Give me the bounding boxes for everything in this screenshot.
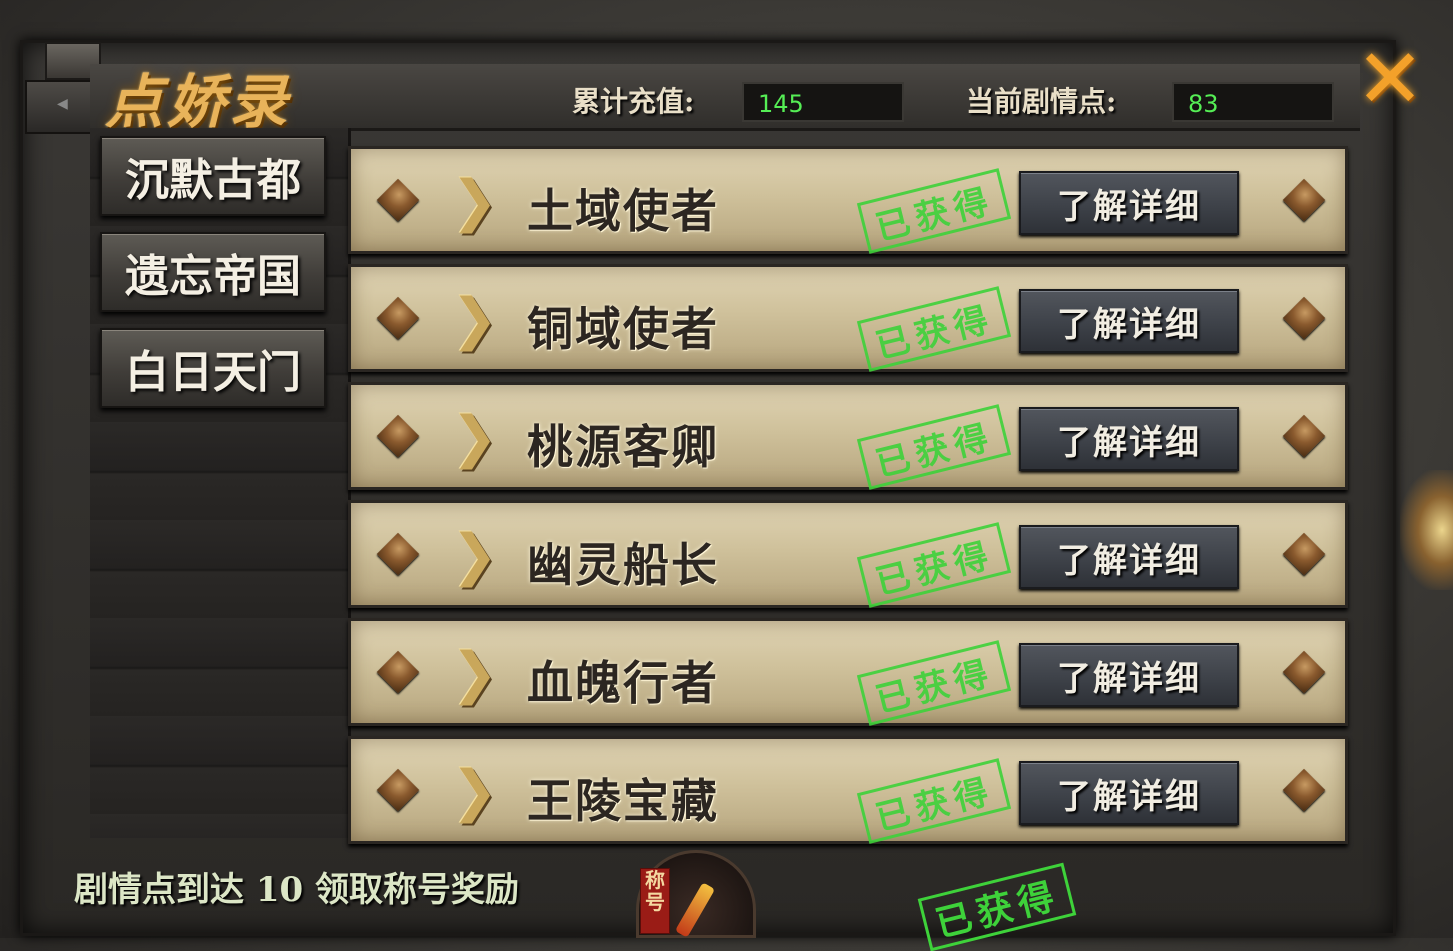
chevron-right-icon: ❯ xyxy=(451,759,498,824)
chevron-right-icon: ❯ xyxy=(451,641,498,706)
page-title: 点娇录 xyxy=(105,68,292,136)
story-points-label: 当前剧情点: xyxy=(966,85,1117,118)
diamond-stud-icon xyxy=(376,650,420,694)
details-button[interactable]: 了解详细 xyxy=(1019,407,1239,471)
list-item: ❯ 桃源客卿 已获得 了解详细 xyxy=(348,382,1348,490)
torch-glow xyxy=(1400,470,1453,590)
title-badge-tag: 称号 xyxy=(640,868,670,934)
list-item: ❯ 土域使者 已获得 了解详细 xyxy=(348,146,1348,254)
close-icon[interactable]: ✕ xyxy=(1352,39,1428,121)
diamond-stud-icon xyxy=(376,296,420,340)
obtained-stamp: 已获得 xyxy=(856,522,1012,608)
row-title: 血魄行者 xyxy=(527,656,719,710)
diamond-stud-icon xyxy=(1282,532,1326,576)
list-item: ❯ 幽灵船长 已获得 了解详细 xyxy=(348,500,1348,608)
row-title: 铜域使者 xyxy=(527,302,719,356)
row-title: 土域使者 xyxy=(527,184,719,238)
diamond-stud-icon xyxy=(1282,768,1326,812)
diamond-stud-icon xyxy=(376,178,420,222)
diamond-stud-icon xyxy=(376,532,420,576)
diamond-stud-icon xyxy=(1282,650,1326,694)
list-item: ❯ 王陵宝藏 已获得 了解详细 xyxy=(348,736,1348,844)
obtained-stamp: 已获得 xyxy=(856,404,1012,490)
total-recharge-label: 累计充值: xyxy=(572,85,695,118)
total-recharge-value: 145 xyxy=(742,82,904,122)
sidebar-item-yiwang-diguo[interactable]: 遗忘帝国 xyxy=(100,232,326,312)
details-button[interactable]: 了解详细 xyxy=(1019,643,1239,707)
chevron-right-icon: ❯ xyxy=(451,523,498,588)
list-item: ❯ 血魄行者 已获得 了解详细 xyxy=(348,618,1348,726)
details-button[interactable]: 了解详细 xyxy=(1019,289,1239,353)
row-title: 王陵宝藏 xyxy=(527,774,719,828)
details-button[interactable]: 了解详细 xyxy=(1019,761,1239,825)
story-points-value: 83 xyxy=(1172,82,1334,122)
sidebar-item-bairi-tianmen[interactable]: 白日天门 xyxy=(100,328,326,408)
sidebar: 沉默古都 遗忘帝国 白日天门 xyxy=(90,128,351,838)
details-button[interactable]: 了解详细 xyxy=(1019,525,1239,589)
sidebar-item-chenmo-gudu[interactable]: 沉默古都 xyxy=(100,136,326,216)
obtained-stamp: 已获得 xyxy=(856,286,1012,372)
diamond-stud-icon xyxy=(1282,414,1326,458)
list-item: ❯ 铜域使者 已获得 了解详细 xyxy=(348,264,1348,372)
chevron-right-icon: ❯ xyxy=(451,287,498,352)
row-title: 幽灵船长 xyxy=(527,538,719,592)
chevron-right-icon: ❯ xyxy=(451,169,498,234)
diamond-stud-icon xyxy=(376,414,420,458)
obtained-stamp: 已获得 xyxy=(856,758,1012,844)
reward-requirement-text: 剧情点到达 10 领取称号奖励 xyxy=(74,870,519,910)
chevron-right-icon: ❯ xyxy=(451,405,498,470)
obtained-stamp: 已获得 xyxy=(856,168,1012,254)
diamond-stud-icon xyxy=(1282,296,1326,340)
row-title: 桃源客卿 xyxy=(527,420,719,474)
diamond-stud-icon xyxy=(376,768,420,812)
diamond-stud-icon xyxy=(1282,178,1326,222)
obtained-stamp: 已获得 xyxy=(856,640,1012,726)
details-button[interactable]: 了解详细 xyxy=(1019,171,1239,235)
title-list: ❯ 土域使者 已获得 了解详细 ❯ 铜域使者 已获得 了解详细 ❯ 桃源客卿 已… xyxy=(348,140,1356,844)
